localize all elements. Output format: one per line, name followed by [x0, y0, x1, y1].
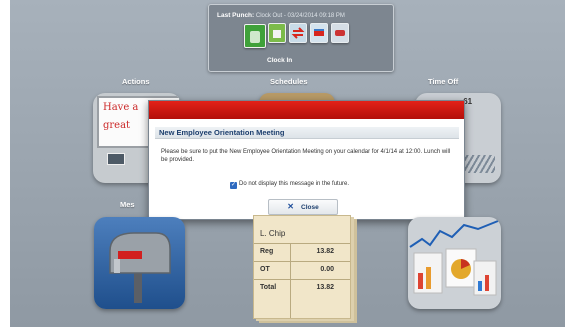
- hand-icon: [250, 31, 260, 43]
- close-button-label: Close: [301, 204, 319, 211]
- row-value: 0.00: [320, 266, 334, 273]
- reports-chart-icon: [409, 220, 499, 296]
- cup-icon: [273, 30, 281, 38]
- close-button[interactable]: ✕ Close: [268, 199, 338, 215]
- row-value: 13.82: [316, 248, 334, 255]
- whiteboard-text-1: Have a: [103, 102, 139, 113]
- timecard-row-total: Total 13.82: [254, 279, 350, 297]
- close-icon: ✕: [287, 202, 294, 211]
- time-off-label: Time Off: [428, 77, 459, 86]
- timecard-row-reg: Reg 13.82: [254, 243, 350, 261]
- checkbox-label: Do not display this message in the futur…: [239, 181, 350, 187]
- meal-break-button[interactable]: [268, 23, 286, 43]
- dialog-title: New Employee Orientation Meeting: [155, 127, 459, 139]
- row-label: Total: [260, 284, 277, 291]
- transfer-button[interactable]: [289, 23, 307, 43]
- arrows-icon: [291, 27, 305, 39]
- hamburger-icon: [335, 30, 345, 36]
- lunch-button[interactable]: [331, 23, 349, 43]
- messages-tile[interactable]: [94, 217, 185, 309]
- last-punch-detail: Clock Out - 03/24/2014 09:18 PM: [255, 13, 345, 19]
- timecard-row-ot: OT 0.00: [254, 261, 350, 279]
- dialog-message: Please be sure to put the New Employee O…: [161, 149, 451, 163]
- checkbox-checked-icon[interactable]: ✓: [230, 182, 237, 189]
- last-punch-panel: Last Punch: Clock Out - 03/24/2014 09:18…: [208, 4, 394, 72]
- message-dialog: New Employee Orientation Meeting Please …: [148, 100, 465, 220]
- whiteboard-text-2: great: [103, 120, 131, 131]
- timecard[interactable]: L. Chip Reg 13.82 OT 0.00 Total 13.82: [253, 215, 351, 319]
- row-value: 13.82: [316, 284, 334, 291]
- actions-label: Actions: [122, 77, 150, 86]
- dialog-header-bar: [149, 101, 464, 119]
- clock-out-button[interactable]: [310, 23, 328, 43]
- clock-in-label: Clock In: [267, 57, 293, 64]
- mailbox-icon: [109, 232, 171, 303]
- app-window: Last Punch: Clock Out - 03/24/2014 09:18…: [10, 0, 565, 327]
- messages-label-partial: Mes: [120, 200, 135, 209]
- eraser-icon: [107, 153, 125, 165]
- do-not-display-checkbox[interactable]: ✓ Do not display this message in the futu…: [230, 181, 349, 189]
- row-label: Reg: [260, 248, 274, 255]
- employee-name: L. Chip: [260, 229, 286, 238]
- sandwich-icon: [314, 29, 324, 36]
- clock-in-button[interactable]: [244, 24, 266, 48]
- reports-tile[interactable]: [408, 217, 501, 309]
- schedules-label: Schedules: [270, 77, 308, 86]
- row-label: OT: [260, 266, 270, 273]
- last-punch-text: Last Punch: Clock Out - 03/24/2014 09:18…: [217, 12, 345, 19]
- last-punch-label: Last Punch:: [217, 12, 255, 19]
